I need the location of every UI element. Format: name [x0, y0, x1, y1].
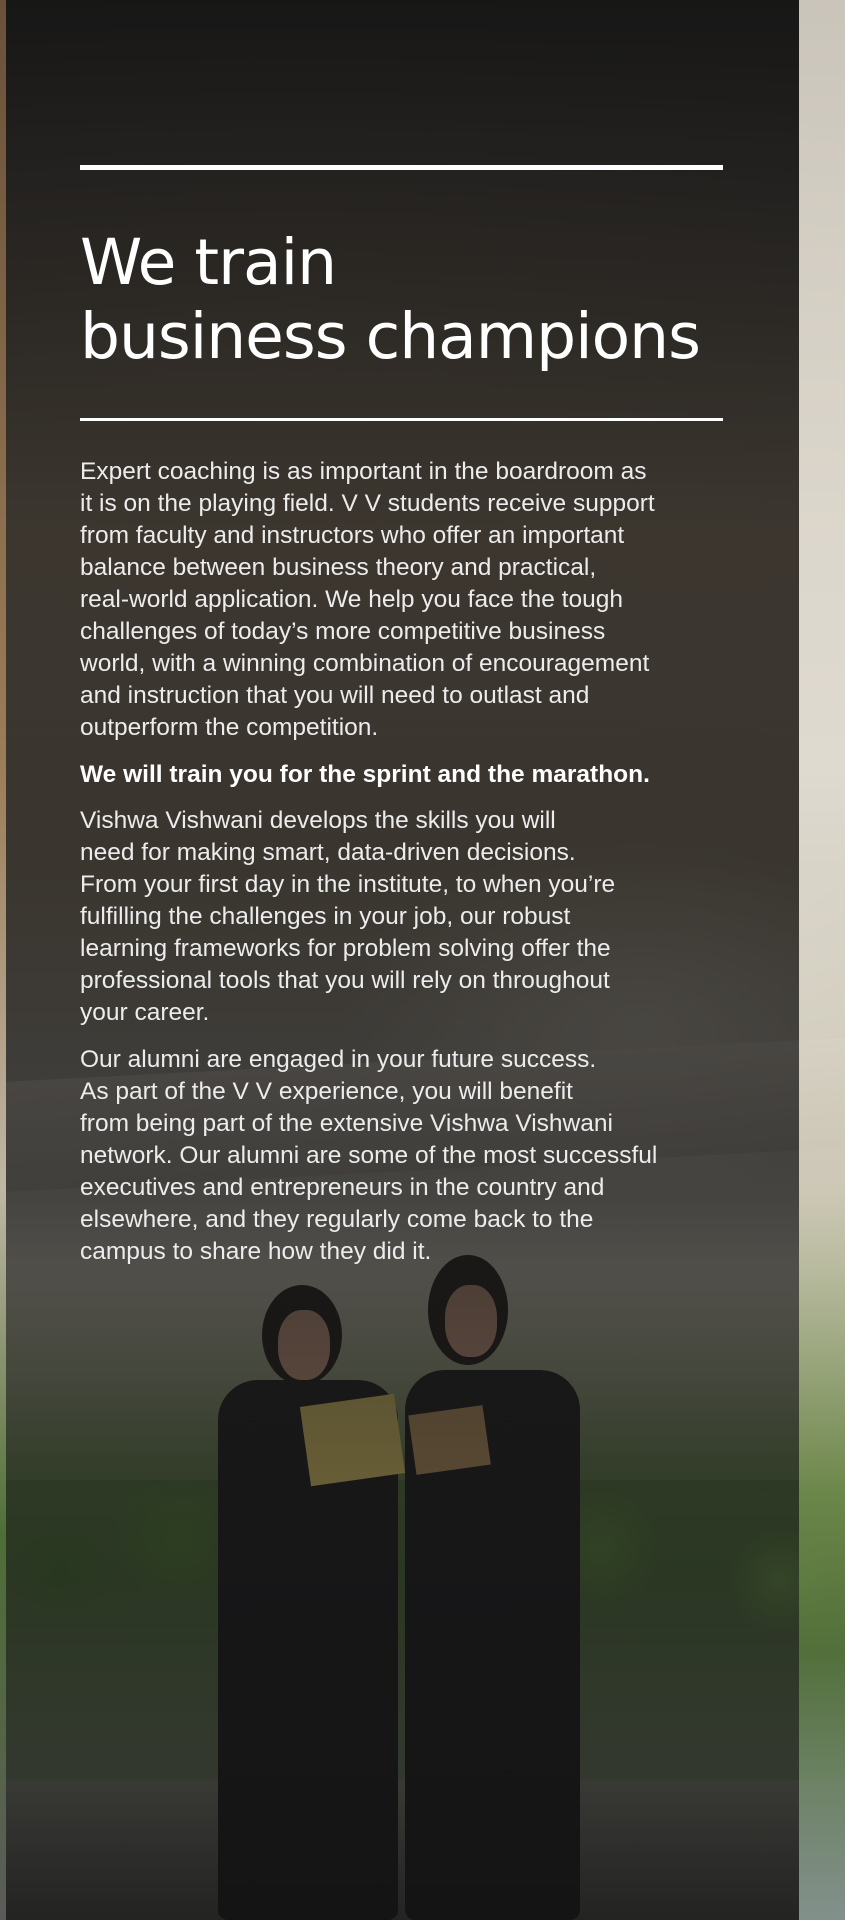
body-text: Expert coaching is as important in the b…	[80, 456, 723, 1283]
page-title-line-1: We train	[80, 226, 337, 299]
paragraph-skills: Vishwa Vishwani develops the skills you …	[80, 807, 616, 1026]
top-divider	[80, 165, 723, 170]
paragraph-sprint-marathon: We will train you for the sprint and the…	[80, 761, 650, 788]
paragraph-alumni: Our alumni are engaged in your future su…	[80, 1046, 658, 1265]
paragraph-coaching: Expert coaching is as important in the b…	[80, 458, 655, 741]
page-title: We train business champions	[80, 226, 723, 374]
right-edge-strip	[799, 0, 845, 1920]
page-title-line-2: business champions	[80, 300, 701, 373]
middle-divider	[80, 418, 723, 421]
